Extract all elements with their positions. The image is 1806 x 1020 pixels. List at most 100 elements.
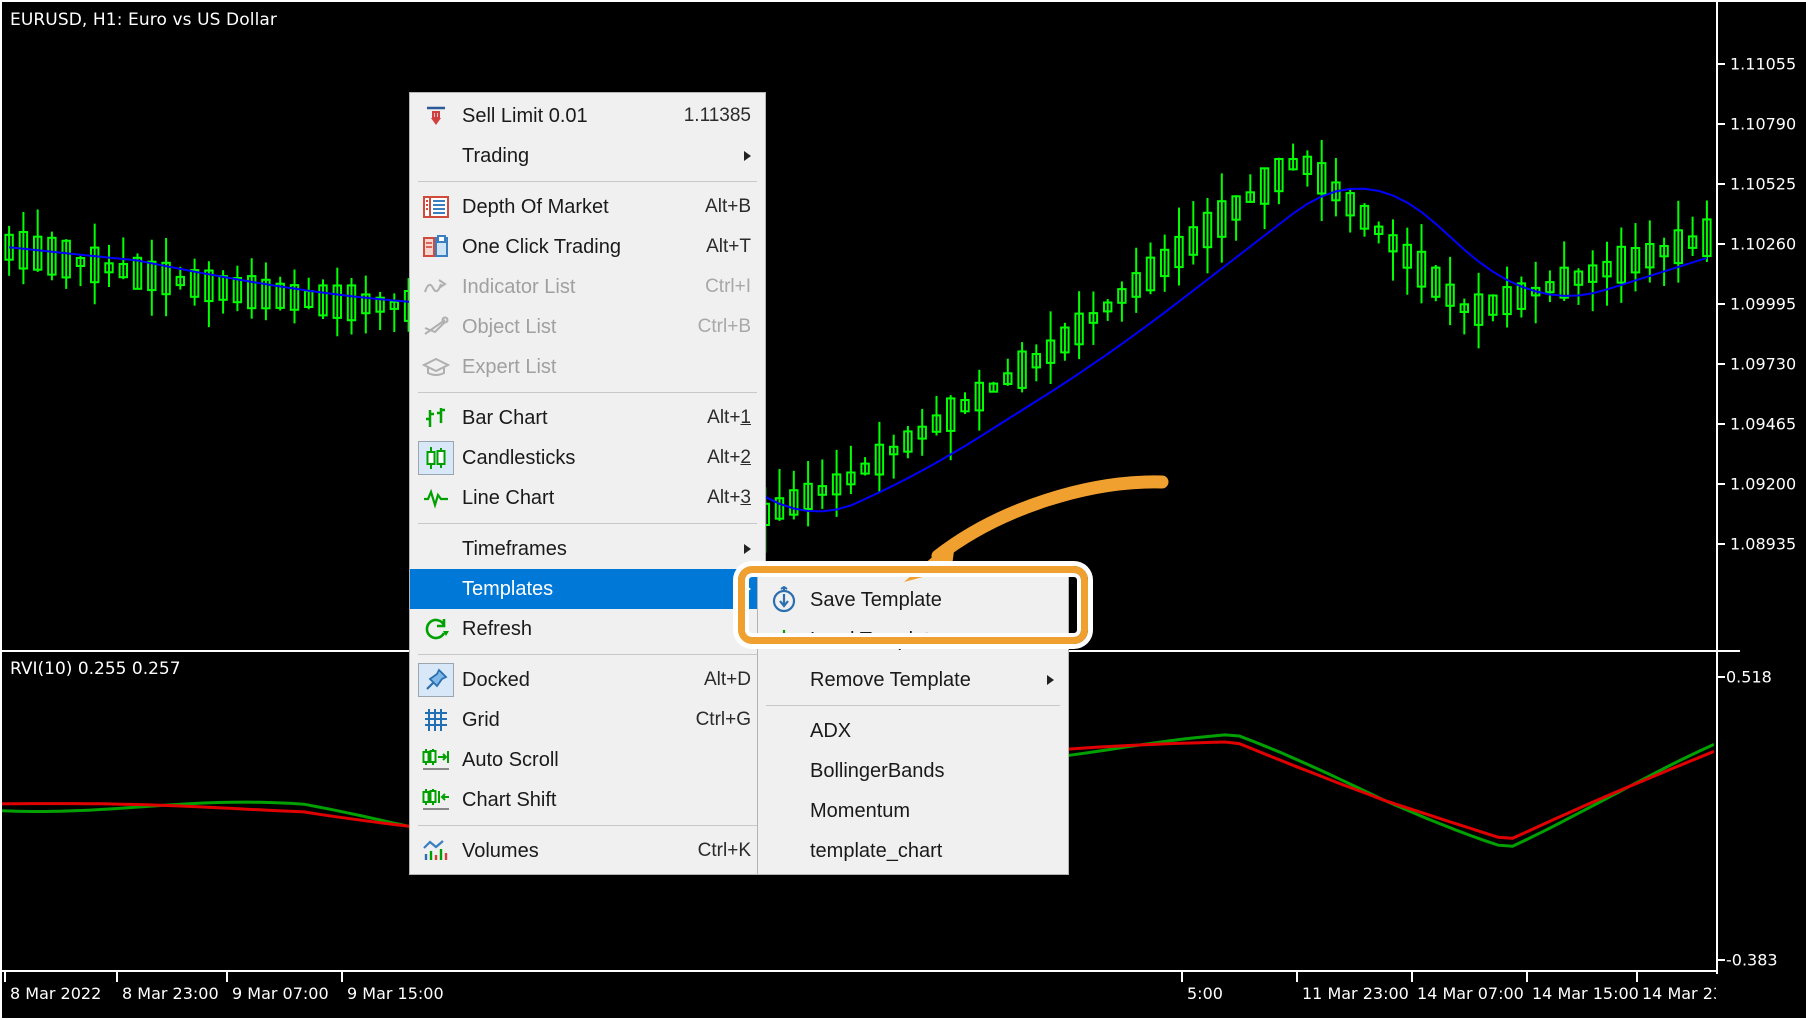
- menu-item-shortcut: Ctrl+I: [705, 276, 751, 297]
- price-chart-svg: [4, 140, 1712, 566]
- chart-context-menu[interactable]: Sell Limit 0.01 1.11385 Trading Depth Of Ma…: [409, 92, 766, 875]
- price-tick: [1716, 423, 1725, 425]
- price-tick: [1716, 243, 1725, 245]
- indicator-tick-label: 0.518: [1726, 667, 1772, 687]
- submenu-item-template-chart[interactable]: template_chart: [758, 831, 1068, 871]
- time-tick-label: 9 Mar 15:00: [347, 984, 444, 1003]
- menu-item-expert-list: Expert List: [410, 347, 765, 387]
- menu-item-shortcut: Alt+D: [704, 669, 751, 690]
- time-tick: [1296, 972, 1298, 982]
- menu-item-label: Timeframes: [462, 537, 567, 560]
- menu-item-refresh[interactable]: Refresh: [410, 609, 765, 649]
- submenu-item-label: ADX: [810, 719, 852, 742]
- menu-item-sell-limit[interactable]: Sell Limit 0.01 1.11385: [410, 96, 765, 136]
- menu-separator: [418, 392, 757, 393]
- no-icon: [416, 532, 456, 566]
- submenu-item-label: Remove Template: [810, 668, 971, 691]
- price-tick-label: 1.11055: [1730, 54, 1797, 74]
- time-tick-label: 5:00: [1187, 984, 1223, 1003]
- depth-of-market-icon: [416, 190, 456, 224]
- no-icon: [764, 834, 804, 868]
- submenu-arrow-icon: [1047, 675, 1054, 685]
- price-tick-label: 1.10790: [1730, 114, 1797, 134]
- menu-separator: [418, 654, 757, 655]
- chart-shift-icon: [416, 783, 456, 817]
- menu-item-label: Refresh: [462, 617, 533, 640]
- menu-item-label: Auto Scroll: [462, 748, 559, 771]
- submenu-item-adx[interactable]: ADX: [758, 711, 1068, 751]
- menu-item-label: Object List: [462, 315, 557, 338]
- indicator-label: RVI(10) 0.255 0.257: [10, 659, 181, 679]
- grid-icon: [416, 703, 456, 737]
- price-scale-divider: [1716, 650, 1740, 652]
- load-template-icon: [764, 623, 804, 657]
- menu-item-label: Depth Of Market: [462, 195, 609, 218]
- save-template-icon: [764, 583, 804, 617]
- object-list-icon: [416, 310, 456, 344]
- submenu-item-remove-template[interactable]: Remove Template: [758, 660, 1068, 700]
- menu-item-label: Bar Chart: [462, 406, 548, 429]
- menu-separator: [418, 181, 757, 182]
- submenu-item-momentum[interactable]: Momentum: [758, 791, 1068, 831]
- menu-item-shortcut: Ctrl+K: [697, 840, 751, 861]
- no-icon: [416, 139, 456, 173]
- pin-icon: [416, 663, 456, 697]
- submenu-item-label: Load Template: [810, 628, 941, 651]
- menu-item-volumes[interactable]: Volumes Ctrl+K: [410, 831, 765, 871]
- menu-item-one-click-trading[interactable]: One Click Trading Alt+T: [410, 227, 765, 267]
- menu-item-label: Volumes: [462, 839, 539, 862]
- no-icon: [416, 572, 456, 606]
- indicator-tick-label: -0.383: [1726, 950, 1778, 970]
- menu-item-label: Docked: [462, 668, 530, 691]
- line-chart-icon: [416, 481, 456, 515]
- indicator-list-icon: [416, 270, 456, 304]
- time-tick: [1411, 972, 1413, 982]
- time-tick: [341, 972, 343, 982]
- menu-item-grid[interactable]: Grid Ctrl+G: [410, 700, 765, 740]
- refresh-icon: [416, 612, 456, 646]
- time-tick-label: 14 Mar 15:00: [1532, 984, 1639, 1003]
- time-tick-label: 14 Mar 07:00: [1417, 984, 1524, 1003]
- menu-item-docked[interactable]: Docked Alt+D: [410, 660, 765, 700]
- time-axis[interactable]: 8 Mar 2022 8 Mar 23:00 9 Mar 07:00 9 Mar 15…: [2, 970, 1749, 1018]
- price-scale-line-lower: [1716, 652, 1718, 974]
- menu-item-label: Chart Shift: [462, 788, 557, 811]
- submenu-item-load-template[interactable]: Load Template: [758, 620, 1068, 660]
- submenu-item-save-template[interactable]: Save Template: [758, 580, 1068, 620]
- time-tick-label: 9 Mar 07:00: [232, 984, 329, 1003]
- price-tick-label: 1.10260: [1730, 234, 1797, 254]
- price-tick-label: 1.09465: [1730, 414, 1797, 434]
- menu-item-label: Indicator List: [462, 275, 576, 298]
- templates-submenu[interactable]: Save Template Load Template Remove Templat…: [757, 575, 1069, 875]
- time-tick: [4, 972, 6, 982]
- price-tick-label: 1.09200: [1730, 474, 1797, 494]
- menu-item-depth-of-market[interactable]: Depth Of Market Alt+B: [410, 187, 765, 227]
- checked-icon-frame: [418, 441, 454, 475]
- menu-item-trading[interactable]: Trading: [410, 136, 765, 176]
- price-scale-line-upper: [1716, 2, 1718, 652]
- menu-item-chart-shift[interactable]: Chart Shift: [410, 780, 765, 820]
- time-tick: [1636, 972, 1638, 982]
- bar-chart-icon: [416, 401, 456, 435]
- menu-item-templates[interactable]: Templates: [410, 569, 765, 609]
- no-icon: [764, 714, 804, 748]
- menu-item-label: Templates: [462, 577, 554, 600]
- menu-item-bar-chart[interactable]: Bar Chart Alt+1: [410, 398, 765, 438]
- metatrader-window: EURUSD, H1: Euro vs US Dollar RVI(10) 0.…: [0, 0, 1806, 1020]
- menu-item-candlesticks[interactable]: Candlesticks Alt+2: [410, 438, 765, 478]
- menu-item-shortcut: 1.11385: [683, 105, 751, 126]
- expert-list-icon: [416, 350, 456, 384]
- menu-item-auto-scroll[interactable]: Auto Scroll: [410, 740, 765, 780]
- menu-item-line-chart[interactable]: Line Chart Alt+3: [410, 478, 765, 518]
- price-tick: [1716, 303, 1725, 305]
- no-icon: [764, 663, 804, 697]
- menu-item-shortcut: Ctrl+G: [695, 709, 751, 730]
- volumes-icon: [416, 834, 456, 868]
- submenu-item-bollingerbands[interactable]: BollingerBands: [758, 751, 1068, 791]
- time-tick-label: 11 Mar 23:00: [1302, 984, 1409, 1003]
- no-icon: [764, 794, 804, 828]
- price-pane[interactable]: EURUSD, H1: Euro vs US Dollar: [2, 2, 1716, 652]
- menu-item-timeframes[interactable]: Timeframes: [410, 529, 765, 569]
- price-scale[interactable]: 1.11055 1.10790 1.10525 1.10260 1.09995 1.097…: [1716, 0, 1806, 1020]
- menu-item-shortcut: Alt+B: [705, 196, 751, 217]
